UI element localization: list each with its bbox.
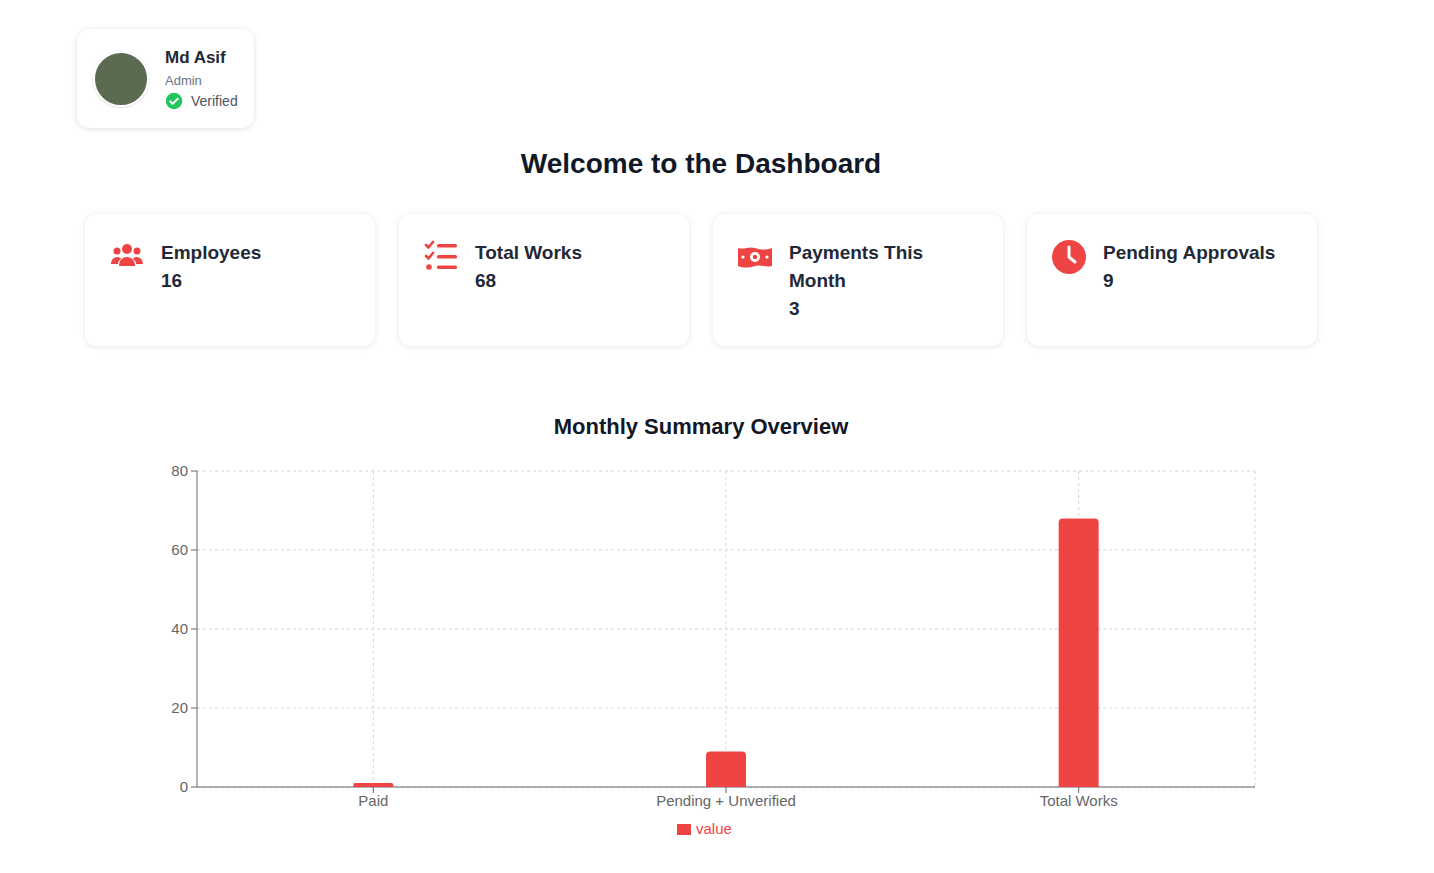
stat-label: Employees [161, 239, 261, 267]
bar[interactable] [353, 783, 393, 787]
stat-text: Pending Approvals9 [1103, 239, 1275, 295]
stats-grid: Employees16 Total Works68 Payments This Mo… [85, 214, 1317, 346]
payments-icon [737, 239, 773, 275]
y-tick-label: 40 [171, 620, 188, 637]
page-heading: Welcome to the Dashboard [77, 146, 1325, 182]
user-role: Admin [165, 71, 238, 91]
employees-icon [109, 239, 145, 275]
y-tick-label: 0 [180, 778, 188, 795]
stat-text: Employees16 [161, 239, 261, 295]
profile-info: Md AsifAdminVerified [165, 47, 238, 111]
stat-card: Payments This Month3 [713, 214, 1003, 346]
legend-swatch [677, 824, 691, 835]
legend-label[interactable]: value [696, 820, 732, 837]
verified-icon [165, 92, 183, 110]
x-tick-label: Total Works [1040, 792, 1118, 809]
stat-card: Pending Approvals9 [1027, 214, 1317, 346]
avatar[interactable] [93, 51, 149, 107]
x-tick-label: Paid [358, 792, 388, 809]
stat-value: 68 [475, 267, 582, 295]
y-axis [197, 471, 198, 787]
tick-mark [191, 629, 197, 630]
user-name: Md Asif [165, 47, 238, 69]
tick-mark [191, 708, 197, 709]
chart-title: Monthly Summary Overview [77, 412, 1325, 442]
stat-text: Total Works68 [475, 239, 582, 295]
verified-row: Verified [165, 91, 238, 111]
stat-card: Employees16 [85, 214, 375, 346]
bar[interactable] [706, 751, 746, 787]
pending-icon [1051, 239, 1087, 275]
y-tick-label: 60 [171, 541, 188, 558]
y-tick-label: 20 [171, 699, 188, 716]
stat-value: 16 [161, 267, 261, 295]
bar[interactable] [1059, 518, 1099, 787]
tick-mark [191, 471, 197, 472]
stat-label: Pending Approvals [1103, 239, 1275, 267]
tick-mark [191, 787, 197, 788]
verified-label: Verified [191, 91, 238, 111]
tasks-icon [423, 239, 459, 275]
stat-value: 9 [1103, 267, 1275, 295]
stat-text: Payments This Month3 [789, 239, 979, 323]
y-tick-label: 80 [171, 462, 188, 479]
stat-value: 3 [789, 295, 979, 323]
tick-mark [191, 550, 197, 551]
x-tick-label: Pending + Unverified [656, 792, 796, 809]
grid-line [726, 471, 727, 787]
grid-line [373, 471, 374, 787]
bar-chart: 0 20 40 60 80 Paid Pending + Unverified Total W… [140, 456, 1300, 851]
stat-card: Total Works68 [399, 214, 689, 346]
profile-card: Md AsifAdminVerified [77, 29, 254, 128]
stat-label: Payments This Month [789, 239, 979, 295]
stat-label: Total Works [475, 239, 582, 267]
grid-line [1255, 471, 1256, 787]
